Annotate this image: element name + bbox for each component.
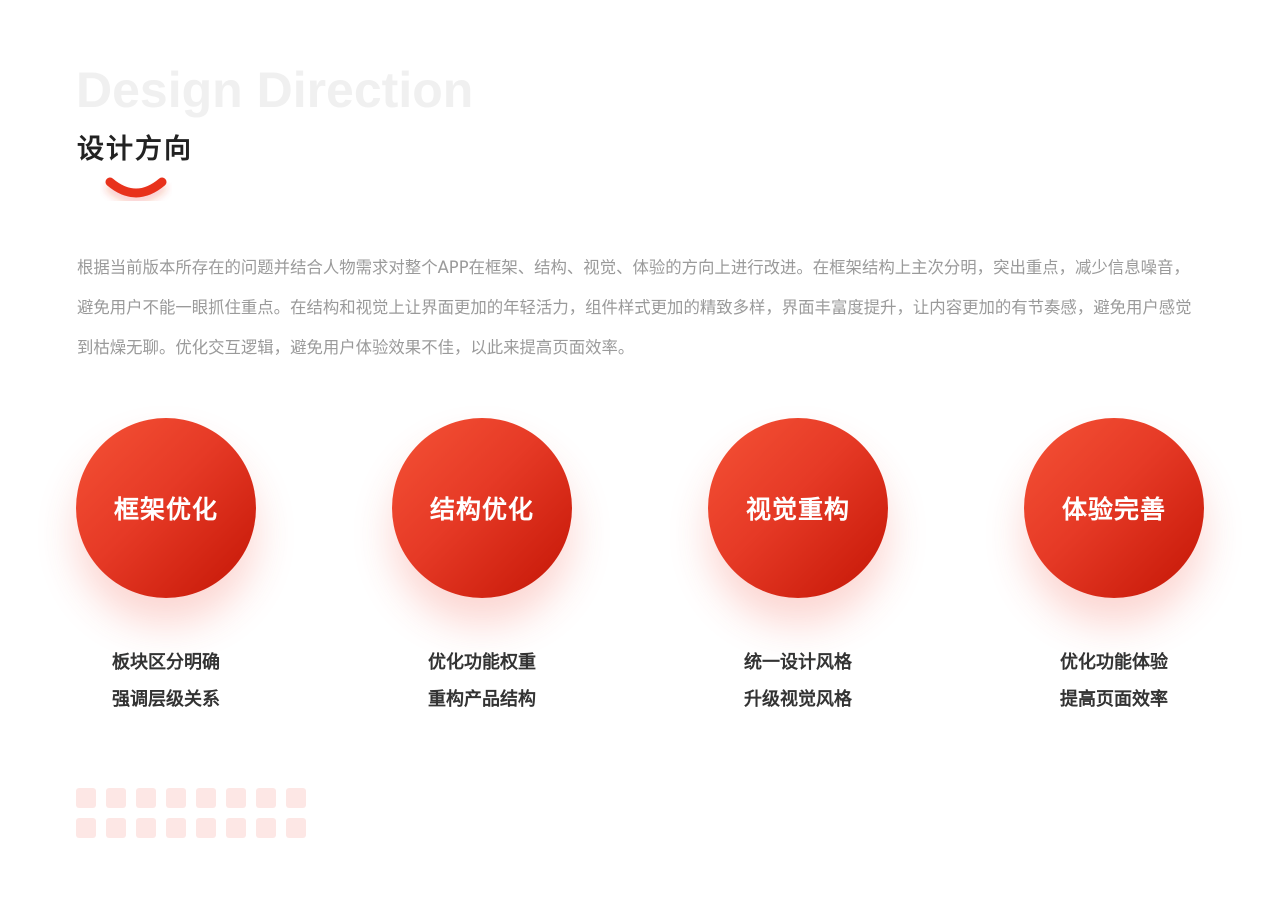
- deco-square: [76, 818, 96, 838]
- direction-points: 优化功能权重 重构产品结构: [392, 644, 572, 718]
- smile-curve-icon: [105, 177, 167, 198]
- square-grid-pattern: [76, 788, 306, 838]
- direction-points: 统一设计风格 升级视觉风格: [708, 644, 888, 718]
- deco-square: [226, 818, 246, 838]
- deco-square: [136, 788, 156, 808]
- deco-square: [256, 788, 276, 808]
- intro-paragraph: 根据当前版本所存在的问题并结合人物需求对整个APP在框架、结构、视觉、体验的方向…: [77, 258, 1192, 357]
- direction-point: 升级视觉风格: [744, 689, 852, 710]
- deco-square: [286, 788, 306, 808]
- deco-square: [226, 788, 246, 808]
- direction-points: 优化功能体验 提高页面效率: [1024, 644, 1204, 718]
- direction-points: 板块区分明确 强调层级关系: [76, 644, 256, 718]
- direction-point: 统一设计风格: [744, 652, 852, 673]
- direction-circle: 框架优化: [76, 418, 256, 598]
- direction-circle: 结构优化: [392, 418, 572, 598]
- direction-label: 视觉重构: [745, 495, 850, 524]
- deco-square: [256, 818, 276, 838]
- deco-square: [286, 818, 306, 838]
- deco-square: [106, 788, 126, 808]
- direction-card-experience: 体验完善 优化功能体验 提高页面效率: [1024, 418, 1204, 718]
- background-title-en: Design Direction: [76, 62, 474, 118]
- deco-square: [106, 818, 126, 838]
- deco-square: [166, 788, 186, 808]
- direction-point: 提高页面效率: [1060, 689, 1168, 710]
- direction-point: 板块区分明确: [112, 652, 220, 673]
- direction-point: 强调层级关系: [112, 689, 220, 710]
- direction-card-structure: 结构优化 优化功能权重 重构产品结构: [392, 418, 572, 718]
- direction-point: 重构产品结构: [428, 689, 536, 710]
- direction-label: 框架优化: [113, 495, 218, 524]
- deco-square: [76, 788, 96, 808]
- direction-circle: 体验完善: [1024, 418, 1204, 598]
- direction-label: 体验完善: [1061, 495, 1166, 524]
- deco-square: [136, 818, 156, 838]
- section-title: 设计方向: [77, 134, 193, 165]
- deco-square: [196, 818, 216, 838]
- direction-label: 结构优化: [429, 495, 534, 524]
- direction-point: 优化功能体验: [1060, 652, 1168, 673]
- direction-circle: 视觉重构: [708, 418, 888, 598]
- direction-card-framework: 框架优化 板块区分明确 强调层级关系: [76, 418, 256, 718]
- direction-card-visual: 视觉重构 统一设计风格 升级视觉风格: [708, 418, 888, 718]
- deco-square: [166, 818, 186, 838]
- direction-point: 优化功能权重: [428, 652, 536, 673]
- deco-square: [196, 788, 216, 808]
